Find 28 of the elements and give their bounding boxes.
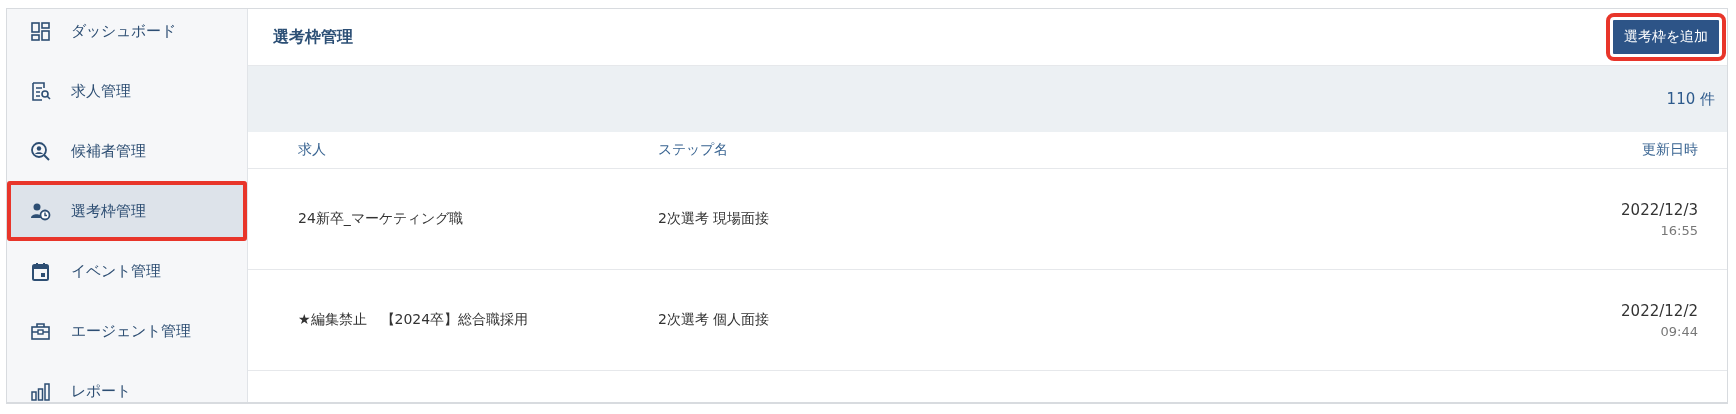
table-cell-text: 2次選考 個人面接 [658,311,771,329]
sidebar-item[interactable]: 選考枠管理 [7,181,247,241]
result-count: 110 件 [1666,89,1715,109]
table-row[interactable]: 24新卒_マーケティング職 2次選考 現場面接 2022/12/3 16:55 [248,169,1727,270]
page-title: 選考枠管理 [273,26,353,48]
sidebar-item[interactable]: エージェント管理 [7,301,247,361]
table-cell-text: 24新卒_マーケティング職 [298,210,464,228]
sidebar-item[interactable]: 求人管理 [7,61,247,121]
sidebar-item[interactable]: ダッシュボード [7,9,247,61]
time-text: 09:44 [1660,323,1698,339]
person-search-icon [30,140,51,162]
bar-chart-icon [30,380,51,402]
time-text: 16:55 [1660,222,1698,238]
column-header: ステップ名 [658,141,729,159]
column-header: 求人 [298,141,327,159]
grid-icon [30,20,51,42]
table-cell-text: 2次選考 現場面接 [658,210,771,228]
document-search-icon [30,80,51,102]
table-cell-text: ★編集禁止 【2024卒】総合職採用 [298,311,530,329]
sidebar-item[interactable]: イベント管理 [7,241,247,301]
date-text: 2022/12/2 [1621,301,1698,320]
sidebar-item[interactable]: レポート [7,361,247,402]
date-text: 2022/12/3 [1621,200,1698,219]
calendar-icon [30,260,51,282]
briefcase-icon [30,320,51,342]
table-row[interactable]: ★編集禁止 【2024卒】総合職採用 2次選考 個人面接 2022/12/2 09:44 [248,270,1727,371]
column-header: 更新日時 [1642,141,1698,159]
sidebar-item[interactable]: 候補者管理 [7,121,247,181]
